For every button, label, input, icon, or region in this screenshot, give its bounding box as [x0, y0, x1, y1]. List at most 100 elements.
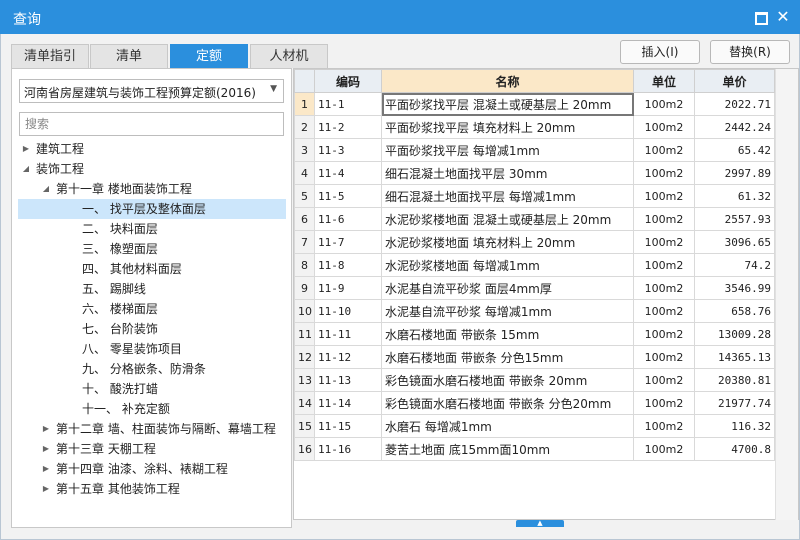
expand-arrow-icon[interactable]: ▶ [40, 439, 52, 459]
tree-node[interactable]: 十一、 补充定额 [12, 399, 291, 419]
tree-node[interactable]: 一、 找平层及整体面层 [18, 199, 286, 219]
unit-cell: 100m2 [633, 322, 695, 346]
unit-cell: 100m2 [633, 115, 695, 139]
expand-arrow-icon[interactable]: ▶ [40, 459, 52, 479]
code-cell: 11-10 [314, 299, 382, 323]
price-cell: 14365.13 [694, 345, 775, 369]
expand-arrow-icon[interactable]: ▶ [20, 139, 32, 159]
table-row[interactable]: 10 11-10 水泥基自流平砂浆 每增减1mm 100m2 658.76 [294, 299, 775, 323]
tree-node[interactable]: ◢ 装饰工程 [12, 159, 291, 179]
tree-node[interactable]: 二、 块料面层 [12, 219, 291, 239]
tree-node[interactable]: 八、 零星装饰项目 [12, 339, 291, 359]
unit-cell: 100m2 [633, 184, 695, 208]
tree-node-label: 十一、 补充定额 [82, 402, 170, 416]
code-cell: 11-3 [314, 138, 382, 162]
tree-node[interactable]: 七、 台阶装饰 [12, 319, 291, 339]
row-number-cell: 15 [294, 414, 315, 438]
tree-node-label: 九、 分格嵌条、防滑条 [82, 362, 206, 376]
name-cell: 平面砂浆找平层 填充材料上 20mm [381, 115, 634, 139]
row-number-cell: 5 [294, 184, 315, 208]
collapse-arrow-icon[interactable]: ◢ [40, 179, 52, 199]
table-row[interactable]: 8 11-8 水泥砂浆楼地面 每增减1mm 100m2 74.2 [294, 253, 775, 277]
table-row[interactable]: 1 11-1 平面砂浆找平层 混凝土或硬基层上 20mm 100m2 2022.71 [294, 92, 775, 116]
tree-node[interactable]: ▶ 第十四章 油漆、涂料、裱糊工程 [12, 459, 291, 479]
unit-cell: 100m2 [633, 138, 695, 162]
collapse-arrow-icon[interactable]: ◢ [20, 159, 32, 179]
collapse-handle[interactable]: ▲ [516, 520, 564, 527]
table-row[interactable]: 11 11-11 水磨石楼地面 带嵌条 15mm 100m2 13009.28 [294, 322, 775, 346]
table-row[interactable]: 2 11-2 平面砂浆找平层 填充材料上 20mm 100m2 2442.24 [294, 115, 775, 139]
tree-node[interactable]: ▶ 第十五章 其他装饰工程 [12, 479, 291, 499]
table-row[interactable]: 6 11-6 水泥砂浆楼地面 混凝土或硬基层上 20mm 100m2 2557.93 [294, 207, 775, 231]
price-cell: 3096.65 [694, 230, 775, 254]
unit-cell: 100m2 [633, 230, 695, 254]
tab-list[interactable]: 清单 [90, 44, 168, 68]
code-column-header[interactable]: 编码 [314, 69, 382, 93]
table-header-row: 编码 名称 单位 单价 [294, 69, 775, 93]
insert-button[interactable]: 插入(I) [620, 40, 700, 64]
row-number-cell: 6 [294, 207, 315, 231]
tree-node[interactable]: ▶ 第十三章 天棚工程 [12, 439, 291, 459]
table-row[interactable]: 7 11-7 水泥砂浆楼地面 填充材料上 20mm 100m2 3096.65 [294, 230, 775, 254]
replace-button[interactable]: 替换(R) [710, 40, 790, 64]
unit-cell: 100m2 [633, 92, 695, 116]
table-row[interactable]: 3 11-3 平面砂浆找平层 每增减1mm 100m2 65.42 [294, 138, 775, 162]
quota-table: 编码 名称 单位 单价 1 11-1 平面砂浆找平层 混凝土或硬基层上 20mm 10… [294, 69, 775, 461]
price-cell: 74.2 [694, 253, 775, 277]
table-row[interactable]: 13 11-13 彩色镜面水磨石楼地面 带嵌条 20mm 100m2 20380.81 [294, 368, 775, 392]
tab-labor-material-machine[interactable]: 人材机 [250, 44, 328, 68]
tree-node[interactable]: 三、 橡塑面层 [12, 239, 291, 259]
table-row[interactable]: 16 11-16 菱苦土地面 底15mm面10mm 100m2 4700.8 [294, 437, 775, 461]
tree-node[interactable]: 五、 踢脚线 [12, 279, 291, 299]
name-cell: 细石混凝土地面找平层 30mm [381, 161, 634, 185]
table-row[interactable]: 15 11-15 水磨石 每增减1mm 100m2 116.32 [294, 414, 775, 438]
row-number-cell: 4 [294, 161, 315, 185]
tree-node-label: 八、 零星装饰项目 [82, 342, 182, 356]
table-row[interactable]: 9 11-9 水泥基自流平砂浆 面层4mm厚 100m2 3546.99 [294, 276, 775, 300]
vertical-scrollbar[interactable] [775, 69, 798, 520]
code-cell: 11-11 [314, 322, 382, 346]
unit-column-header[interactable]: 单位 [633, 69, 695, 93]
tree-node-label: 建筑工程 [36, 142, 85, 156]
tree-node[interactable]: 九、 分格嵌条、防滑条 [12, 359, 291, 379]
name-cell: 彩色镜面水磨石楼地面 带嵌条 20mm [381, 368, 634, 392]
row-number-cell: 14 [294, 391, 315, 415]
unit-cell: 100m2 [633, 161, 695, 185]
tree-node-label: 五、 踢脚线 [82, 282, 146, 296]
tree-node[interactable]: 六、 楼梯面层 [12, 299, 291, 319]
tree-node[interactable]: 十、 酸洗打蜡 [12, 379, 291, 399]
tree-node-label: 二、 块料面层 [82, 222, 158, 236]
row-number-cell: 16 [294, 437, 315, 461]
price-cell: 61.32 [694, 184, 775, 208]
tree-node-label: 第十一章 楼地面装饰工程 [56, 182, 192, 196]
close-icon[interactable]: ✕ [774, 8, 792, 26]
table-row[interactable]: 4 11-4 细石混凝土地面找平层 30mm 100m2 2997.89 [294, 161, 775, 185]
tree-node[interactable]: ◢ 第十一章 楼地面装饰工程 [12, 179, 291, 199]
name-cell: 水磨石楼地面 带嵌条 分色15mm [381, 345, 634, 369]
search-input[interactable] [19, 112, 284, 136]
quota-book-select[interactable]: 河南省房屋建筑与装饰工程预算定额(2016) ▼ [19, 79, 284, 103]
table-row[interactable]: 5 11-5 细石混凝土地面找平层 每增减1mm 100m2 61.32 [294, 184, 775, 208]
tree-node-label: 第十五章 其他装饰工程 [56, 482, 180, 496]
expand-arrow-icon[interactable]: ▶ [40, 419, 52, 439]
name-cell: 平面砂浆找平层 每增减1mm [381, 138, 634, 162]
unit-cell: 100m2 [633, 391, 695, 415]
tree-node-label: 七、 台阶装饰 [82, 322, 158, 336]
code-cell: 11-14 [314, 391, 382, 415]
table-row[interactable]: 14 11-14 彩色镜面水磨石楼地面 带嵌条 分色20mm 100m2 21977.7… [294, 391, 775, 415]
restore-icon[interactable] [752, 8, 770, 26]
tab-list-guide[interactable]: 清单指引 [11, 44, 89, 68]
price-column-header[interactable]: 单价 [694, 69, 775, 93]
name-cell: 水磨石楼地面 带嵌条 15mm [381, 322, 634, 346]
tree-node-label: 第十三章 天棚工程 [56, 442, 156, 456]
tab-quota[interactable]: 定额 [170, 44, 248, 68]
expand-arrow-icon[interactable]: ▶ [40, 479, 52, 499]
price-cell: 116.32 [694, 414, 775, 438]
table-row[interactable]: 12 11-12 水磨石楼地面 带嵌条 分色15mm 100m2 14365.13 [294, 345, 775, 369]
tree-node[interactable]: ▶ 建筑工程 [12, 139, 291, 159]
tree-node[interactable]: 四、 其他材料面层 [12, 259, 291, 279]
name-column-header[interactable]: 名称 [381, 69, 634, 93]
unit-cell: 100m2 [633, 437, 695, 461]
name-cell: 水泥砂浆楼地面 填充材料上 20mm [381, 230, 634, 254]
tree-node[interactable]: ▶ 第十二章 墙、柱面装饰与隔断、幕墙工程 [12, 419, 291, 439]
